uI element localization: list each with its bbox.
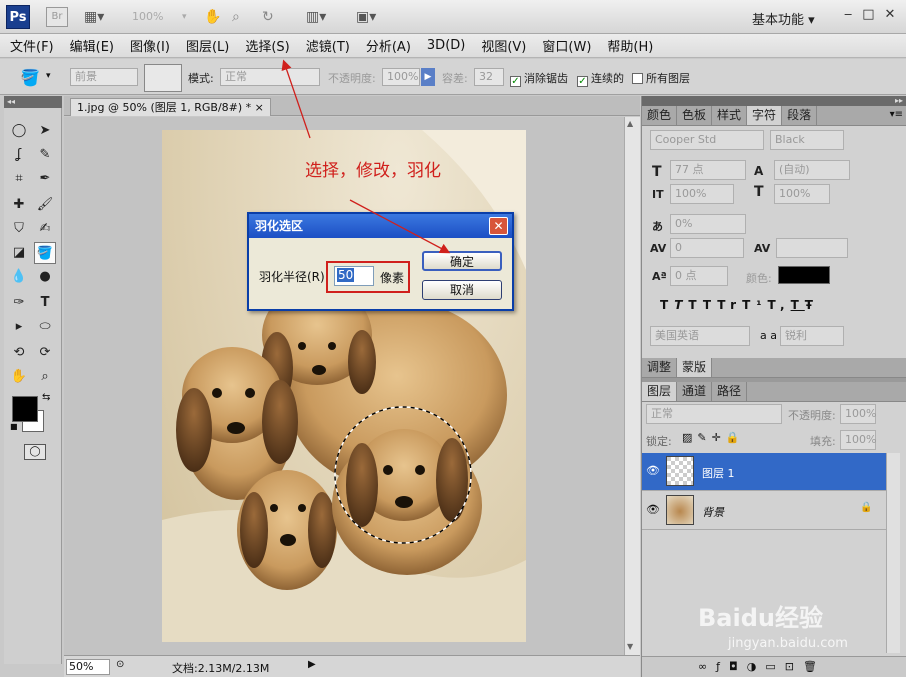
font-style-select[interactable]: Black xyxy=(770,130,844,150)
tab-channels[interactable]: 通道 xyxy=(677,382,713,401)
arrow-to-select-menu xyxy=(281,59,311,139)
lock-label: 锁定: xyxy=(646,435,672,448)
tracking-field[interactable] xyxy=(776,238,848,258)
character-panel-tabs: 颜色 色板 样式 字符 段落 ▾≡ xyxy=(642,106,906,126)
layer-thumbnail-photo xyxy=(666,495,694,525)
lock-options-icon[interactable]: ▨✎✛🔒 xyxy=(682,431,745,444)
leading-icon: A xyxy=(754,164,764,178)
tab-layers[interactable]: 图层 xyxy=(642,382,678,401)
antialias-icon: a a xyxy=(760,329,777,342)
visibility-eye-icon[interactable]: 👁 xyxy=(646,464,660,477)
tsume-field[interactable]: 0% xyxy=(670,214,746,234)
subscript-button[interactable]: T, xyxy=(768,298,791,312)
layer-name[interactable]: 背景 xyxy=(702,504,724,520)
layers-scrollbar[interactable] xyxy=(886,453,900,653)
tab-paragraph[interactable]: 段落 xyxy=(782,106,818,125)
layer-thumbnail-transparent xyxy=(666,456,694,486)
layer-opacity-field[interactable]: 100% xyxy=(840,404,876,424)
baseline-shift-field[interactable]: 0 点 xyxy=(670,266,728,286)
watermark-brand: Baidu经验 xyxy=(698,604,823,632)
font-size-icon: T xyxy=(652,164,662,180)
tab-paths[interactable]: 路径 xyxy=(712,382,748,401)
type-style-buttons[interactable]: TTTTTrT¹T,TŦ xyxy=(660,298,819,312)
arrow-to-ok-button xyxy=(349,199,451,254)
antialias-select[interactable]: 锐利 xyxy=(780,326,844,346)
layer-row-background[interactable]: 👁 背景 🔒 xyxy=(642,492,886,530)
dock-collapse-icon[interactable]: ▸▸ xyxy=(642,96,906,106)
tab-character[interactable]: 字符 xyxy=(747,106,783,125)
tab-color[interactable]: 颜色 xyxy=(642,106,678,125)
kerning-field[interactable]: 0 xyxy=(670,238,744,258)
strikethrough-button[interactable]: Ŧ xyxy=(805,298,819,312)
vertical-scale-field[interactable]: 100% xyxy=(670,184,734,204)
tab-styles[interactable]: 样式 xyxy=(712,106,748,125)
tracking-icon: AV xyxy=(754,242,771,255)
font-size-field[interactable]: 77 点 xyxy=(670,160,746,180)
fill-label: 填充: xyxy=(810,435,836,448)
font-family-select[interactable]: Cooper Std xyxy=(650,130,764,150)
kerning-icon: AV xyxy=(650,242,667,255)
leading-field[interactable]: (自动) xyxy=(774,160,850,180)
text-color-swatch[interactable] xyxy=(778,266,830,284)
superscript-button[interactable]: T¹ xyxy=(742,298,767,312)
horizontal-scale-icon: T xyxy=(754,184,764,200)
blend-mode-select[interactable]: 正常 xyxy=(646,404,782,424)
tab-masks[interactable]: 蒙版 xyxy=(677,358,713,377)
visibility-eye-icon[interactable]: 👁 xyxy=(646,503,660,516)
small-caps-button[interactable]: Tr xyxy=(717,298,742,312)
lock-icon: 🔒 xyxy=(860,502,873,513)
layer-fill-field[interactable]: 100% xyxy=(840,430,876,450)
faux-bold-button[interactable]: T xyxy=(660,298,674,312)
layer-opacity-label: 不透明度: xyxy=(788,409,836,422)
right-panel-dock: ▸▸ 颜色 色板 样式 字符 段落 ▾≡ Cooper Std Black T 77 点… xyxy=(641,96,906,677)
all-caps-button[interactable]: TT xyxy=(688,298,717,312)
tab-swatches[interactable]: 色板 xyxy=(677,106,713,125)
tab-adjustments[interactable]: 调整 xyxy=(642,358,678,377)
horizontal-scale-field[interactable]: 100% xyxy=(774,184,830,204)
layer-name[interactable]: 图层 1 xyxy=(702,465,735,481)
baseline-shift-icon: Aª xyxy=(652,270,667,283)
layers-footer: ∞ƒ◘◑▭⊡🗑 xyxy=(642,656,906,677)
panel-menu-icon[interactable]: ▾≡ xyxy=(890,109,903,120)
layer-row-layer1[interactable]: 👁 图层 1 xyxy=(642,453,886,491)
layer-actions-icon[interactable]: ∞ƒ◘◑▭⊡🗑 xyxy=(698,660,826,673)
faux-italic-button[interactable]: T xyxy=(674,298,688,312)
tsume-icon: あ xyxy=(652,220,663,233)
adjustments-panel-tabs: 调整 蒙版 xyxy=(642,358,906,378)
language-select[interactable]: 美国英语 xyxy=(650,326,750,346)
layers-panel-tabs: 图层 通道 路径 xyxy=(642,382,906,402)
underline-button[interactable]: T xyxy=(791,298,805,312)
vertical-scale-icon: IT xyxy=(652,188,664,201)
color-label: 颜色: xyxy=(746,272,772,285)
watermark-url: jingyan.baidu.com xyxy=(728,636,848,651)
